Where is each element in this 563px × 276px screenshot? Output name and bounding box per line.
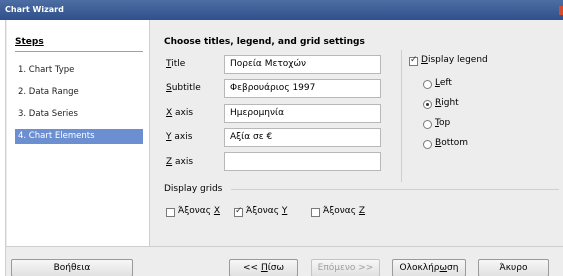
legend-bottom-radio[interactable] [423,140,432,149]
xaxis-label: X axis [166,108,193,118]
legend-top-radio[interactable] [423,120,432,129]
step-data-series[interactable]: 3. Data Series [15,107,143,122]
window-title: Chart Wizard [5,5,64,14]
display-grids-title: Display grids [164,184,223,194]
grid-z-mnemonic: Z [358,206,366,216]
steps-title: Steps [15,37,44,47]
help-button[interactable]: Βοήθεια [11,259,133,276]
grid-x-mnemonic: X [213,206,221,216]
display-legend-mnemonic: D [421,55,428,65]
back-button-pre: << [242,263,261,273]
finish-button-mnemonic: ω [439,263,448,273]
grid-y-label[interactable]: Άξονας Y [246,206,287,216]
legend-bottom-label[interactable]: Bottom [435,138,468,148]
button-bar: Βοήθεια << Πίσω Επόμενο >> Ολοκλήρωση Άκ… [6,246,563,276]
step-chart-elements[interactable]: 4. Chart Elements [15,129,143,144]
finish-button-pre: Ολοκλήρ [399,263,440,273]
display-legend-post: isplay legend [427,55,488,65]
legend-left-label[interactable]: Left [435,78,452,88]
grid-y-mnemonic: Y [281,206,288,216]
grid-z-label[interactable]: Άξονας Z [323,206,365,216]
grid-x-label[interactable]: Άξονας X [178,206,220,216]
chart-wizard-dialog: Steps 1. Chart Type 2. Data Range 3. Dat… [5,20,563,276]
xaxis-field[interactable]: Ημερομηνία [224,104,381,123]
legend-top-label[interactable]: Top [435,118,450,128]
finish-button[interactable]: Ολοκλήρωση [392,259,466,276]
legend-separator [401,50,402,182]
legend-top-post: op [438,118,451,128]
yaxis-label: Y axis [166,132,192,142]
cancel-button[interactable]: Άκυρο [478,259,549,276]
display-legend-label[interactable]: Display legend [421,55,488,65]
step-chart-type[interactable]: 1. Chart Type [15,63,143,78]
subtitle-field[interactable]: Φεβρουάριος 1997 [224,79,381,98]
xaxis-label-post: axis [172,108,194,118]
yaxis-label-post: axis [171,132,193,142]
grids-divider [231,189,559,190]
grid-y-pre: Άξονας [246,206,282,216]
back-button-post: ίσω [267,263,285,273]
display-legend-checkbox[interactable] [409,55,418,66]
steps-panel: Steps 1. Chart Type 2. Data Range 3. Dat… [7,20,150,246]
section-title: Choose titles, legend, and grid settings [164,37,365,47]
legend-right-radio[interactable] [423,100,432,109]
zaxis-label: Z axis [166,157,193,167]
steps-divider [15,51,143,52]
back-button-mnemonic: Π [260,263,268,273]
yaxis-field[interactable]: Αξία σε € [224,128,381,147]
title-label-post: itle [171,59,186,69]
subtitle-label: Subtitle [166,83,201,93]
step-data-range[interactable]: 2. Data Range [15,85,143,100]
legend-right-post: ight [441,98,459,108]
grid-z-checkbox[interactable] [311,208,320,217]
window-titlebar: Chart Wizard [0,0,563,20]
legend-left-post: eft [439,78,452,88]
finish-button-post: ση [447,263,459,273]
grid-z-pre: Άξονας [323,206,359,216]
legend-left-radio[interactable] [423,80,432,89]
legend-right-label[interactable]: Right [435,98,459,108]
zaxis-label-post: axis [172,157,194,167]
grid-x-checkbox[interactable] [166,208,175,217]
title-label: Title [166,59,185,69]
title-field[interactable]: Πορεία Μετοχών [224,55,381,74]
zaxis-field[interactable] [224,152,381,171]
grid-x-pre: Άξονας [178,206,214,216]
subtitle-label-post: ubtitle [171,83,201,93]
close-icon[interactable] [559,6,563,15]
grid-y-checkbox[interactable] [234,206,243,217]
back-button[interactable]: << Πίσω [229,259,298,276]
next-button[interactable]: Επόμενο >> [311,259,380,276]
legend-bottom-post: ottom [441,138,469,148]
chart-elements-page: Choose titles, legend, and grid settings… [151,20,563,246]
